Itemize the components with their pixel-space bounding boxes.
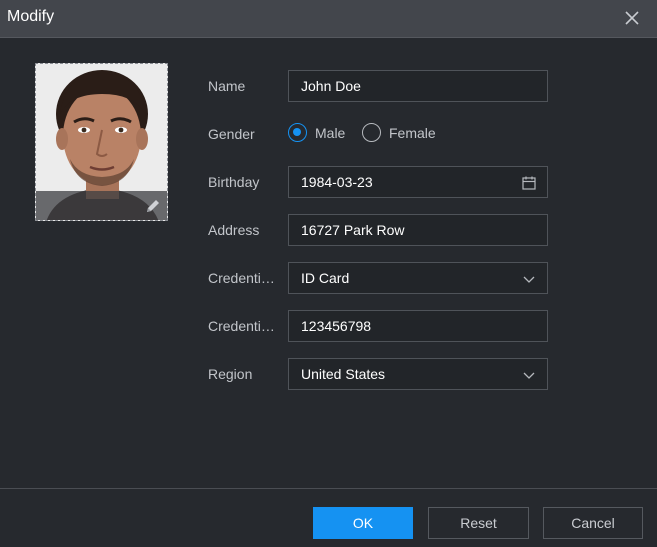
- name-label: Name: [208, 78, 246, 94]
- footer-divider: [0, 488, 657, 489]
- region-select[interactable]: United States: [288, 358, 548, 390]
- address-value: 16727 Park Row: [301, 222, 405, 238]
- credential-type-value: ID Card: [301, 270, 350, 286]
- gender-male-label: Male: [315, 124, 346, 141]
- photo-upload[interactable]: [35, 63, 168, 221]
- credential-number-value: 123456798: [301, 318, 372, 334]
- dialog-titlebar: Modify: [0, 0, 657, 38]
- gender-label: Gender: [208, 126, 255, 142]
- region-label: Region: [208, 366, 253, 382]
- address-input[interactable]: 16727 Park Row: [288, 214, 548, 246]
- cancel-button[interactable]: Cancel: [543, 507, 643, 539]
- address-label: Address: [208, 222, 260, 238]
- pencil-icon[interactable]: [144, 197, 162, 215]
- name-value: John Doe: [301, 78, 361, 94]
- birthday-label: Birthday: [208, 174, 260, 190]
- birthday-date-picker[interactable]: 1984-03-23: [288, 166, 548, 198]
- ok-button[interactable]: OK: [313, 507, 413, 539]
- credential-type-label: Credenti…: [208, 270, 275, 286]
- credential-number-input[interactable]: 123456798: [288, 310, 548, 342]
- credential-number-label: Credenti…: [208, 318, 275, 334]
- radio-checked-icon: [288, 123, 307, 142]
- credential-type-select[interactable]: ID Card: [288, 262, 548, 294]
- radio-unchecked-icon: [362, 123, 381, 142]
- name-input[interactable]: John Doe: [288, 70, 548, 102]
- dialog-title: Modify: [7, 8, 55, 25]
- close-icon[interactable]: [622, 8, 642, 28]
- chevron-down-icon: [523, 276, 535, 283]
- birthday-value: 1984-03-23: [301, 174, 373, 190]
- chevron-down-icon: [523, 372, 535, 379]
- region-value: United States: [301, 366, 386, 382]
- gender-female-label: Female: [389, 124, 436, 141]
- reset-button[interactable]: Reset: [428, 507, 529, 539]
- gender-radio-female[interactable]: Female: [362, 123, 436, 142]
- gender-radio-male[interactable]: Male: [288, 123, 345, 142]
- calendar-icon[interactable]: [521, 175, 537, 191]
